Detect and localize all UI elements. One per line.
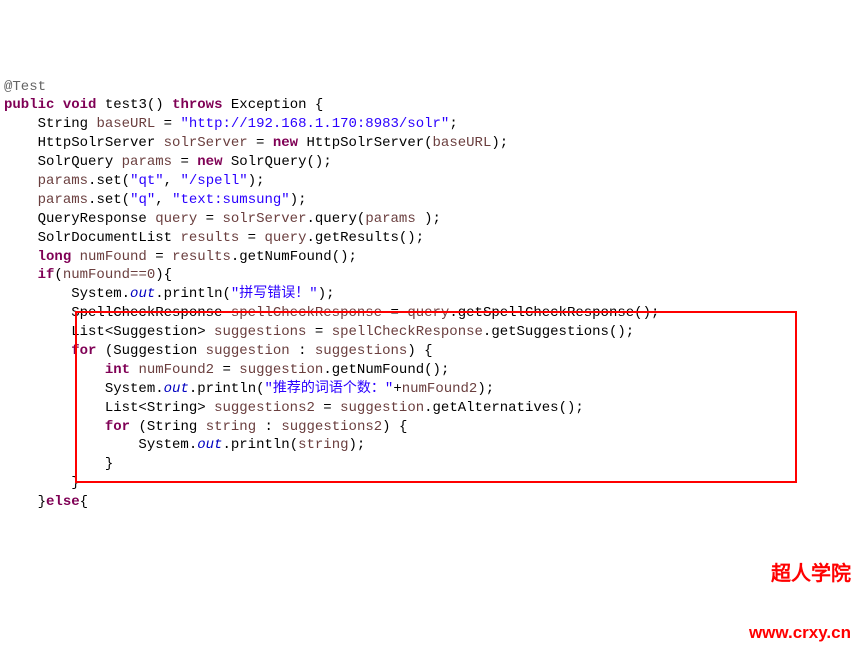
type-string: String xyxy=(38,116,88,132)
var-numfound: numFound xyxy=(80,249,147,265)
type-suggestion: Suggestion xyxy=(113,343,197,359)
obj-suggestion-2: suggestion xyxy=(340,400,424,416)
str-baseurl: "http://192.168.1.170:8983/solr" xyxy=(180,116,449,132)
type-httpsolrserver: HttpSolrServer xyxy=(38,135,156,151)
mth-getspellcheckresponse: getSpellCheckResponse xyxy=(458,305,634,321)
kw-int: int xyxy=(105,362,130,378)
kw-public: public xyxy=(4,97,54,113)
watermark-line1: 超人学院 xyxy=(749,562,851,587)
watermark: 超人学院 www.crxy.cn xyxy=(749,527,851,661)
type-spellcheckresponse: SpellCheckResponse xyxy=(71,305,222,321)
code-block: @Test public void test3() throws Excepti… xyxy=(4,79,659,511)
var-suggestions2: suggestions2 xyxy=(214,400,315,416)
mth-getnumfound: getNumFound xyxy=(239,249,331,265)
var-baseurl: baseURL xyxy=(96,116,155,132)
mth-getnumfound-2: getNumFound xyxy=(332,362,424,378)
type-solrdocumentlist: SolrDocumentList xyxy=(38,230,172,246)
mth-getalternatives: getAlternatives xyxy=(433,400,559,416)
kw-if: if xyxy=(38,267,55,283)
var-numfound2-use: numFound2 xyxy=(402,381,478,397)
var-query: query xyxy=(155,211,197,227)
kw-new-2: new xyxy=(197,154,222,170)
var-numfound2: numFound2 xyxy=(138,362,214,378)
kw-long: long xyxy=(38,249,72,265)
str-spell: "/spell" xyxy=(180,173,247,189)
var-params: params xyxy=(122,154,172,170)
var-suggestion: suggestion xyxy=(206,343,290,359)
kw-new: new xyxy=(273,135,298,151)
obj-query-2: query xyxy=(407,305,449,321)
kw-for-2: for xyxy=(105,419,130,435)
str-spellerror: "拼写错误！" xyxy=(231,286,318,302)
system-1: System xyxy=(71,286,121,302)
cond-numfound: numFound==0 xyxy=(63,267,155,283)
var-spellcheckresponse: spellCheckResponse xyxy=(231,305,382,321)
ctor-solrquery: SolrQuery xyxy=(231,154,307,170)
str-sumsung: "text:sumsung" xyxy=(172,192,290,208)
annotation: @Test xyxy=(4,79,46,95)
out-1: out xyxy=(130,286,155,302)
obj-params-1: params xyxy=(38,173,88,189)
str-qt: "qt" xyxy=(130,173,164,189)
kw-void: void xyxy=(63,97,97,113)
watermark-line2: www.crxy.cn xyxy=(749,622,851,643)
obj-spellcheckresponse: spellCheckResponse xyxy=(332,324,483,340)
var-results: results xyxy=(180,230,239,246)
var-solrserver: solrServer xyxy=(164,135,248,151)
obj-params-2: params xyxy=(38,192,88,208)
mth-getsuggestions: getSuggestions xyxy=(491,324,609,340)
type-string-2: String xyxy=(147,419,197,435)
exception-type: Exception xyxy=(231,97,307,113)
out-3: out xyxy=(197,437,222,453)
str-q: "q" xyxy=(130,192,155,208)
println-2: println xyxy=(197,381,256,397)
kw-for-1: for xyxy=(71,343,96,359)
type-list-string: List<String> xyxy=(105,400,206,416)
obj-results: results xyxy=(172,249,231,265)
println-3: println xyxy=(231,437,290,453)
obj-suggestion-1: suggestion xyxy=(239,362,323,378)
arg-params: params xyxy=(365,211,415,227)
kw-throws: throws xyxy=(172,97,222,113)
ctor-httpsolrserver: HttpSolrServer xyxy=(307,135,425,151)
obj-solrserver: solrServer xyxy=(222,211,306,227)
type-list-suggestion: List<Suggestion> xyxy=(71,324,205,340)
println-1: println xyxy=(164,286,223,302)
plus: + xyxy=(393,381,401,397)
system-2: System xyxy=(105,381,155,397)
system-3: System xyxy=(138,437,188,453)
arg-string: string xyxy=(298,437,348,453)
mth-set-2: set xyxy=(96,192,121,208)
var-string: string xyxy=(206,419,256,435)
coll-suggestions: suggestions xyxy=(315,343,407,359)
str-recommend-count: "推荐的词语个数：" xyxy=(265,381,394,397)
type-solrquery: SolrQuery xyxy=(38,154,114,170)
out-2: out xyxy=(164,381,189,397)
mth-set-1: set xyxy=(96,173,121,189)
method-name: test3 xyxy=(105,97,147,113)
coll-suggestions2: suggestions2 xyxy=(281,419,382,435)
obj-query-1: query xyxy=(264,230,306,246)
type-queryresponse: QueryResponse xyxy=(38,211,147,227)
mth-getresults: getResults xyxy=(315,230,399,246)
var-suggestions: suggestions xyxy=(214,324,306,340)
mth-query: query xyxy=(315,211,357,227)
arg-baseurl: baseURL xyxy=(433,135,492,151)
